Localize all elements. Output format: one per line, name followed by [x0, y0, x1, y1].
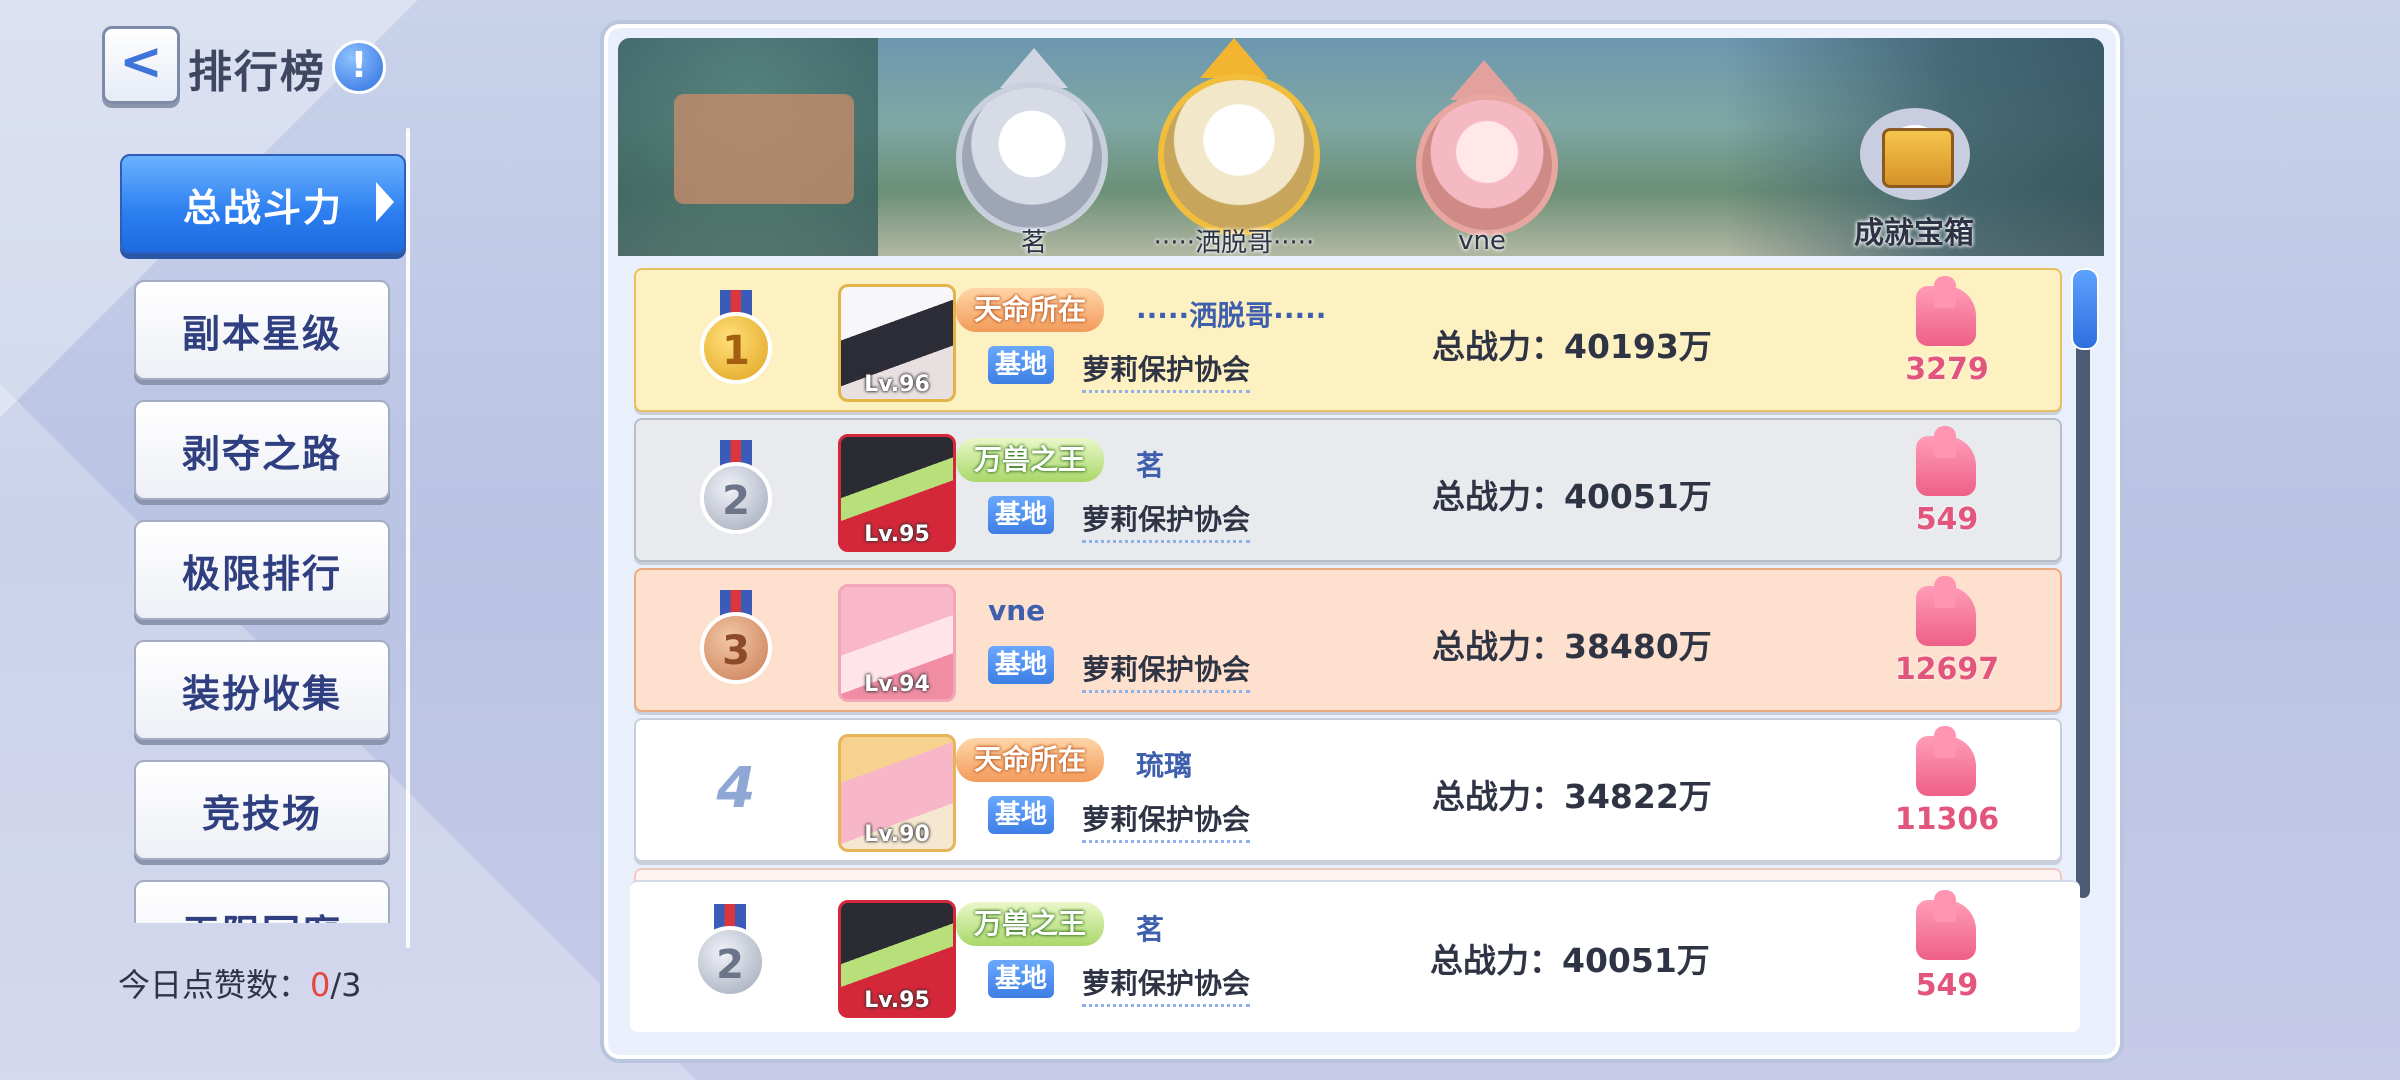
guild-tag: 基地 — [988, 496, 1054, 534]
silver-medal-icon: 2 — [690, 904, 770, 1004]
chest-icon — [1882, 128, 1954, 188]
player-name: 茗 — [1136, 913, 1165, 946]
like-count: 549 — [1915, 502, 1979, 537]
like-button[interactable] — [1916, 576, 1980, 648]
tab-plunder-road[interactable]: 剥夺之路 — [134, 400, 390, 500]
rank-number: 2 — [694, 926, 766, 998]
like-count: 549 — [1915, 968, 1979, 1003]
podium-third-portrait[interactable] — [1416, 94, 1558, 236]
total-power: 总战力：40051万 — [1430, 941, 1710, 980]
player-avatar[interactable]: Lv.95 — [838, 434, 956, 552]
tab-label: 副本星级 — [181, 311, 342, 356]
like-button[interactable] — [1916, 426, 1980, 498]
rank-number: 1 — [700, 312, 772, 384]
rank-number: 2 — [700, 462, 772, 534]
guild-tag: 基地 — [988, 346, 1054, 384]
player-level: Lv.94 — [864, 672, 930, 697]
guild-name[interactable]: 萝莉保护协会 — [1082, 348, 1251, 393]
podium-second-portrait[interactable] — [956, 82, 1108, 234]
chevron-right-icon — [376, 182, 394, 222]
info-icon[interactable]: ! — [332, 40, 386, 94]
like-count: 11306 — [1894, 802, 2000, 837]
player-title-badge: 万兽之王 — [956, 438, 1105, 482]
list-scrollbar[interactable] — [2071, 268, 2099, 898]
guild-name[interactable]: 萝莉保护协会 — [1082, 798, 1251, 843]
player-title-badge: 天命所在 — [956, 738, 1105, 782]
gold-medal-icon: 1 — [696, 290, 776, 390]
player-title-badge: 万兽之王 — [956, 902, 1105, 946]
like-button[interactable] — [1916, 726, 1980, 798]
like-count-used: 0 — [310, 966, 331, 1004]
tab-costume-collection[interactable]: 装扮收集 — [134, 640, 390, 740]
podium-first-portrait[interactable] — [1158, 74, 1320, 236]
player-level: Lv.95 — [864, 522, 930, 547]
rank-number: 3 — [700, 612, 772, 684]
tab-arena[interactable]: 竞技场 — [134, 760, 390, 860]
player-level: Lv.95 — [864, 988, 930, 1013]
daily-like-count: 今日点赞数：0/3 — [118, 960, 362, 1006]
ranking-list[interactable]: 1 Lv.96 天命所在 ·····洒脱哥····· 基地 萝莉保护协会 总战力… — [634, 264, 2064, 904]
total-power: 总战力：34822万 — [1432, 777, 1712, 816]
player-avatar[interactable]: Lv.94 — [838, 584, 956, 702]
scrollbar-thumb[interactable] — [2071, 268, 2099, 350]
total-power: 总战力：40051万 — [1432, 477, 1712, 516]
chevron-left-icon: < — [119, 32, 163, 92]
player-level: Lv.90 — [864, 822, 930, 847]
banner-sign — [674, 94, 854, 204]
like-count-label: 今日点赞数： — [118, 966, 311, 1004]
guild-tag: 基地 — [988, 960, 1054, 998]
player-avatar[interactable]: Lv.90 — [838, 734, 956, 852]
guild-name[interactable]: 萝莉保护协会 — [1082, 648, 1251, 693]
guild-tag: 基地 — [988, 796, 1054, 834]
like-count-total: /3 — [330, 966, 362, 1004]
back-button[interactable]: < — [102, 26, 180, 104]
player-name: vne — [988, 594, 1046, 627]
player-avatar[interactable]: Lv.96 — [838, 284, 956, 402]
tab-extreme-ranking[interactable]: 极限排行 — [134, 520, 390, 620]
sidebar: 总战斗力 副本星级 剥夺之路 极限排行 装扮收集 竞技场 无限回廊 — [110, 148, 410, 923]
ranking-row[interactable]: 4 Lv.90 天命所在 琉璃 基地 萝莉保护协会 总战力：34822万 113… — [634, 718, 2062, 862]
player-name: 茗 — [1136, 449, 1165, 482]
like-button[interactable] — [1916, 276, 1980, 348]
tab-label: 总战斗力 — [182, 185, 343, 230]
podium-banner: 茗 ·····洒脱哥····· vne 成就宝箱 — [618, 38, 2104, 256]
achievement-chest-label: 成就宝箱 — [1854, 216, 1974, 251]
ranking-row[interactable]: 1 Lv.96 天命所在 ·····洒脱哥····· 基地 萝莉保护协会 总战力… — [634, 268, 2062, 412]
total-power: 总战力：38480万 — [1432, 627, 1712, 666]
tab-label: 剥夺之路 — [181, 431, 342, 476]
tab-dungeon-stars[interactable]: 副本星级 — [134, 280, 390, 380]
player-name: 琉璃 — [1136, 749, 1193, 782]
tab-label: 装扮收集 — [181, 671, 342, 716]
player-avatar[interactable]: Lv.95 — [838, 900, 956, 1018]
bronze-medal-icon: 3 — [696, 590, 776, 690]
sidebar-scrollbar[interactable] — [406, 128, 410, 948]
like-count: 3279 — [1905, 352, 1989, 387]
total-power: 总战力：40193万 — [1432, 327, 1712, 366]
my-ranking-row[interactable]: 2 Lv.95 万兽之王 茗 基地 萝莉保护协会 总战力：40051万 549 — [630, 880, 2080, 1032]
like-button[interactable] — [1916, 890, 1980, 962]
silver-medal-icon: 2 — [696, 440, 776, 540]
guild-tag: 基地 — [988, 646, 1054, 684]
ranking-row[interactable]: 3 Lv.94 vne 基地 萝莉保护协会 总战力：38480万 12697 — [634, 568, 2062, 712]
guild-name[interactable]: 萝莉保护协会 — [1082, 962, 1251, 1007]
gold-crown-icon — [1200, 38, 1268, 78]
page-title: 排行榜 — [188, 47, 326, 98]
tab-label: 无限回廊 — [182, 903, 342, 924]
podium-third-name: vne — [1458, 226, 1506, 256]
guild-name[interactable]: 萝莉保护协会 — [1082, 498, 1251, 543]
tab-endless-corridor[interactable]: 无限回廊 — [134, 880, 390, 923]
achievement-chest-button[interactable] — [1860, 108, 1970, 200]
player-name: ·····洒脱哥····· — [1136, 299, 1327, 332]
tab-label: 极限排行 — [181, 551, 342, 596]
tab-total-power[interactable]: 总战斗力 — [120, 154, 406, 254]
podium-first-name: ·····洒脱哥····· — [1153, 228, 1315, 256]
like-count: 12697 — [1894, 652, 2000, 687]
rank-number: 4 — [716, 756, 756, 821]
player-title-badge: 天命所在 — [956, 288, 1105, 332]
player-level: Lv.96 — [864, 372, 930, 397]
tab-label: 竞技场 — [201, 791, 322, 836]
ranking-row[interactable]: 2 Lv.95 万兽之王 茗 基地 萝莉保护协会 总战力：40051万 549 — [634, 418, 2062, 562]
